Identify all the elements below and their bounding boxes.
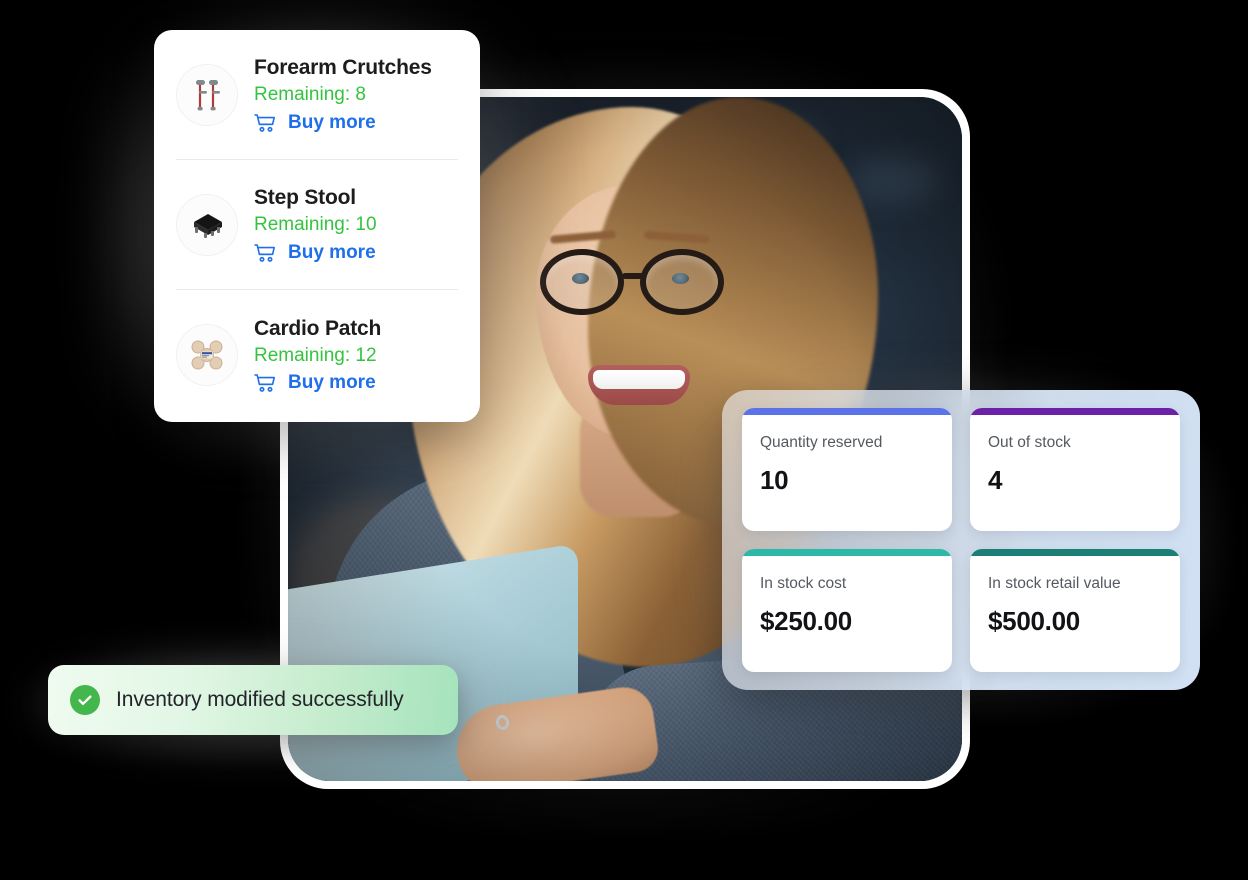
stat-card-quantity-reserved: Quantity reserved 10 <box>742 408 952 531</box>
shopping-cart-icon <box>254 373 276 393</box>
product-name: Forearm Crutches <box>254 56 432 80</box>
stat-value: $500.00 <box>988 606 1080 637</box>
product-remaining: Remaining: 10 <box>254 214 377 236</box>
buy-more-button[interactable]: Buy more <box>254 372 458 394</box>
product-info: Forearm Crutches Remaining: 8 Buy more <box>254 55 458 134</box>
stat-accent-bar <box>970 408 1180 415</box>
stat-value: 10 <box>760 465 789 496</box>
success-check-icon <box>70 685 100 715</box>
product-info: Step Stool Remaining: 10 Buy more <box>254 185 458 264</box>
stat-body: In stock retail value $500.00 <box>970 556 1180 651</box>
success-toast[interactable]: Inventory modified successfully <box>48 665 458 735</box>
inventory-stats-panel: Quantity reserved 10 Out of stock 4 In s… <box>722 390 1200 690</box>
stat-card-in-stock-cost: In stock cost $250.00 <box>742 549 952 672</box>
screenshot-stage: Forearm Crutches Remaining: 8 Buy more S… <box>0 0 1248 880</box>
shopping-cart-icon <box>254 243 276 263</box>
cardio-patch-thumbnail <box>176 324 238 386</box>
product-name: Cardio Patch <box>254 316 382 340</box>
product-row[interactable]: Step Stool Remaining: 10 Buy more <box>176 160 458 290</box>
shopping-cart-icon <box>254 113 276 133</box>
buy-more-label: Buy more <box>288 241 376 263</box>
product-row[interactable]: Forearm Crutches Remaining: 8 Buy more <box>176 30 458 160</box>
stat-value: 4 <box>988 465 1003 496</box>
buy-more-label: Buy more <box>288 111 376 133</box>
buy-more-label: Buy more <box>288 372 376 394</box>
stat-label: Quantity reserved <box>760 434 883 451</box>
low-stock-product-card: Forearm Crutches Remaining: 8 Buy more S… <box>154 30 480 422</box>
stat-label: In stock retail value <box>988 575 1121 592</box>
product-row[interactable]: Cardio Patch Remaining: 12 Buy more <box>176 290 458 420</box>
stat-value: $250.00 <box>760 606 852 637</box>
stat-body: Out of stock 4 <box>970 415 1180 510</box>
stat-card-out-of-stock: Out of stock 4 <box>970 408 1180 531</box>
stat-label: Out of stock <box>988 434 1071 451</box>
stat-label: In stock cost <box>760 575 847 592</box>
buy-more-button[interactable]: Buy more <box>254 112 458 134</box>
forearm-crutches-thumbnail <box>176 63 238 126</box>
product-info: Cardio Patch Remaining: 12 Buy more <box>254 316 458 395</box>
stat-accent-bar <box>742 549 952 556</box>
product-name: Step Stool <box>254 186 356 210</box>
stat-body: In stock cost $250.00 <box>742 556 952 651</box>
stat-card-in-stock-retail-value: In stock retail value $500.00 <box>970 549 1180 672</box>
stat-accent-bar <box>742 408 952 415</box>
toast-message: Inventory modified successfully <box>116 688 404 711</box>
stat-body: Quantity reserved 10 <box>742 415 952 510</box>
stat-accent-bar <box>970 549 1180 556</box>
step-stool-thumbnail <box>176 193 238 256</box>
buy-more-button[interactable]: Buy more <box>254 242 458 264</box>
product-remaining: Remaining: 8 <box>254 84 366 106</box>
product-remaining: Remaining: 12 <box>254 344 377 366</box>
